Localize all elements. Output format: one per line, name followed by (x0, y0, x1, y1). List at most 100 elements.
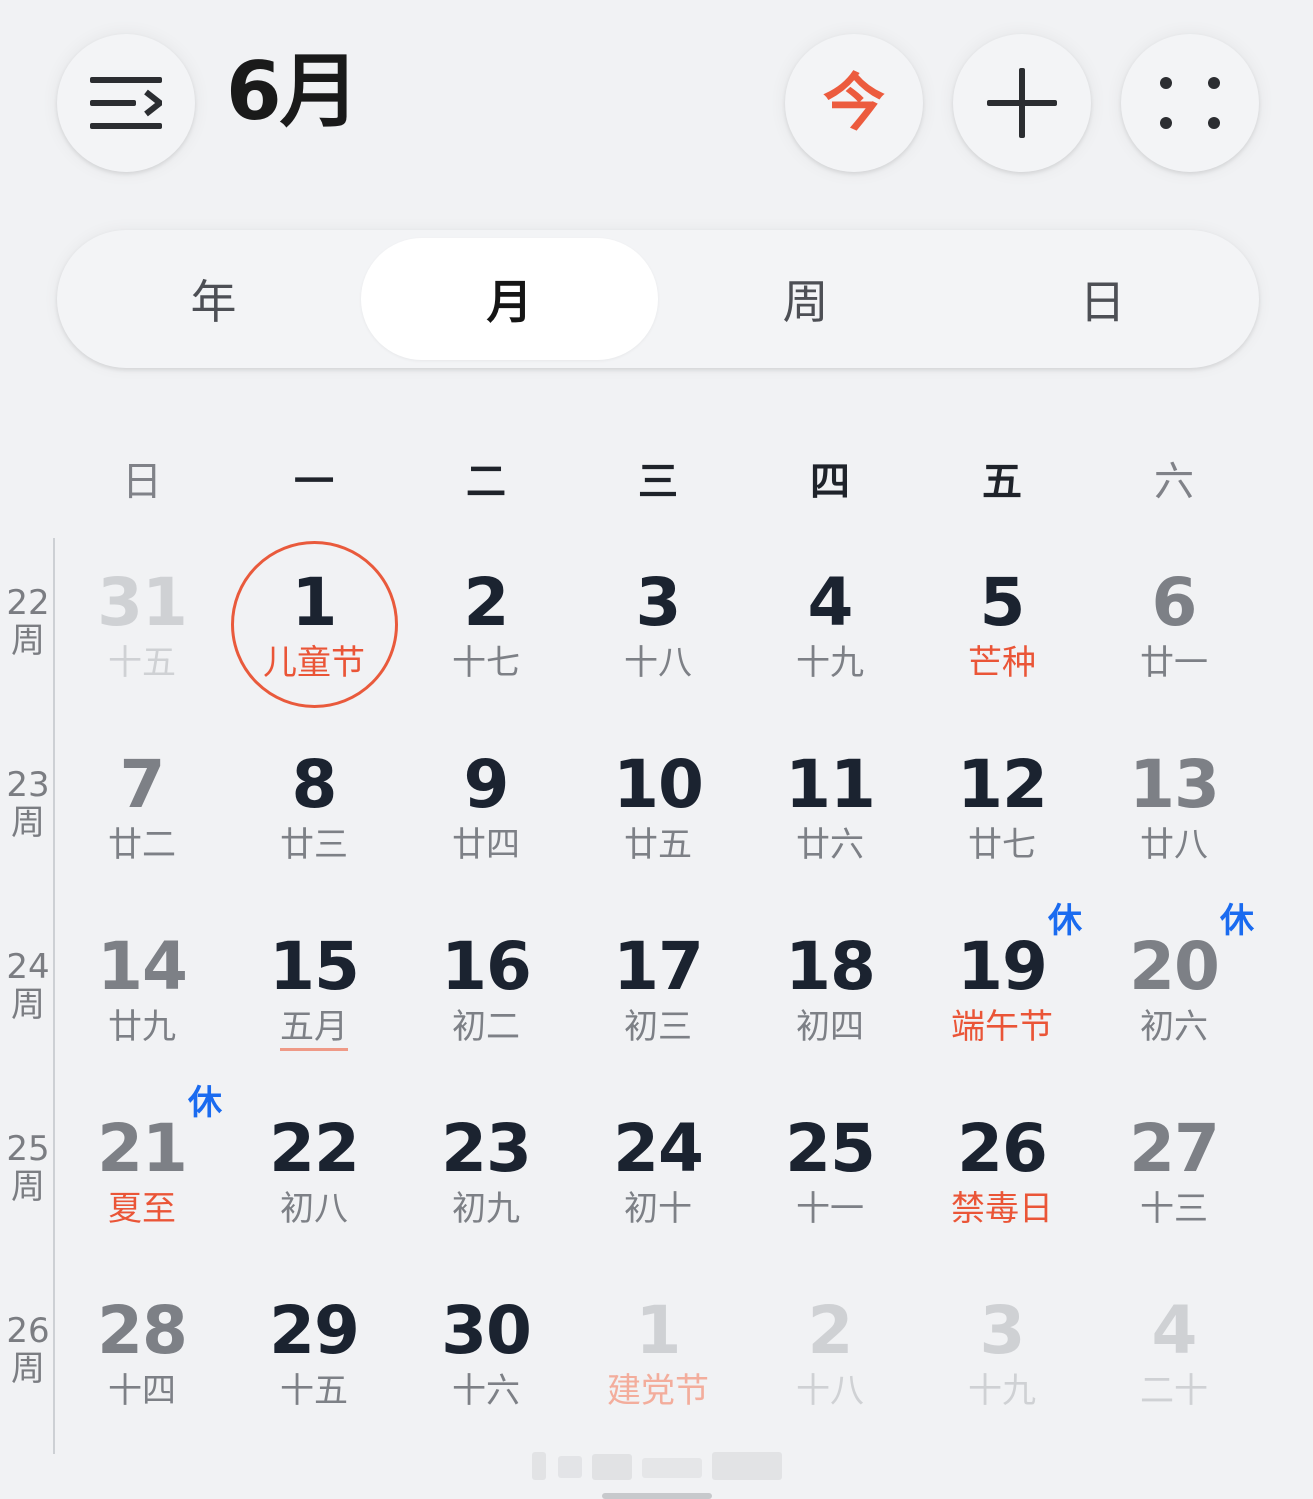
day-cell[interactable]: 25 十一 (744, 1116, 916, 1286)
day-number: 7 (119, 746, 166, 823)
day-number: 25 (785, 1110, 876, 1187)
lunar-date: 十七 (452, 643, 520, 683)
festival-label: 禁毒日 (951, 1189, 1053, 1229)
week-suffix: 周 (11, 985, 45, 1025)
lunar-date: 初六 (1140, 1007, 1208, 1047)
holiday-rest-badge: 休 (1220, 901, 1254, 941)
day-cell[interactable]: 10 廿五 (572, 752, 744, 922)
day-cell[interactable]: 9 廿四 (400, 752, 572, 922)
day-cell[interactable]: 30 十六 (400, 1298, 572, 1468)
lunar-date: 初四 (796, 1007, 864, 1047)
day-number: 29 (269, 1292, 360, 1369)
day-cell[interactable]: 23 初九 (400, 1116, 572, 1286)
tab-year[interactable]: 年 (65, 238, 362, 360)
day-number: 3 (635, 564, 682, 641)
watermark-logo (532, 1452, 782, 1480)
day-number: 14 (97, 928, 188, 1005)
week-number-label: 22 周 (4, 584, 52, 660)
menu-lines-icon (90, 77, 162, 129)
lunar-date: 初三 (624, 1007, 692, 1047)
tab-month[interactable]: 月 (361, 238, 658, 360)
day-number: 1 (635, 1292, 682, 1369)
day-number: 4 (807, 564, 854, 641)
day-cell[interactable]: 12 廿七 (916, 752, 1088, 922)
lunar-date: 初八 (280, 1189, 348, 1229)
day-cell-today[interactable]: 1 儿童节 (228, 570, 400, 740)
lunar-date: 初十 (624, 1189, 692, 1229)
week-number: 25 (6, 1129, 50, 1169)
month-title: 6月 (226, 45, 360, 138)
day-cell[interactable]: 21 夏至 休 (56, 1086, 228, 1286)
week-suffix: 周 (11, 1349, 45, 1389)
day-cell[interactable]: 3 十八 (572, 570, 744, 740)
day-cell[interactable]: 2 十七 (400, 570, 572, 740)
week-number-label: 24 周 (4, 948, 52, 1024)
week-number-label: 25 周 (4, 1130, 52, 1206)
day-cell[interactable]: 13 廿八 (1088, 752, 1260, 922)
day-cell[interactable]: 2 十八 (744, 1298, 916, 1468)
day-cell[interactable]: 4 十九 (744, 570, 916, 740)
weekday-tue: 二 (466, 459, 506, 505)
week-number-divider (53, 538, 55, 1454)
day-number: 9 (463, 746, 510, 823)
weekday-sun: 日 (122, 459, 162, 505)
day-cell[interactable]: 8 廿三 (228, 752, 400, 922)
lunar-date: 十四 (108, 1371, 176, 1411)
weekday-sat: 六 (1154, 459, 1194, 505)
day-cell[interactable]: 28 十四 (56, 1298, 228, 1468)
day-cell[interactable]: 1 建党节 (572, 1298, 744, 1468)
day-cell[interactable]: 5 芒种 (916, 570, 1088, 740)
week-number: 24 (6, 947, 50, 987)
lunar-date: 十八 (624, 643, 692, 683)
day-number: 8 (291, 746, 338, 823)
lunar-date: 十八 (796, 1371, 864, 1411)
day-cell[interactable]: 3 十九 (916, 1298, 1088, 1468)
day-cell[interactable]: 7 廿二 (56, 752, 228, 922)
festival-label: 端午节 (951, 1007, 1053, 1047)
day-cell[interactable]: 27 十三 (1088, 1116, 1260, 1286)
day-cell[interactable]: 29 十五 (228, 1298, 400, 1468)
day-cell[interactable]: 31 十五 (56, 570, 228, 740)
day-cell[interactable]: 6 廿一 (1088, 570, 1260, 740)
week-number: 23 (6, 765, 50, 805)
day-number: 30 (441, 1292, 532, 1369)
day-cell[interactable]: 4 二十 (1088, 1298, 1260, 1468)
day-number: 28 (97, 1292, 188, 1369)
tab-day[interactable]: 日 (954, 238, 1251, 360)
lunar-date: 廿九 (108, 1007, 176, 1047)
day-cell[interactable]: 17 初三 (572, 934, 744, 1104)
day-cell[interactable]: 24 初十 (572, 1116, 744, 1286)
festival-label: 芒种 (968, 643, 1036, 683)
tab-week[interactable]: 周 (657, 238, 954, 360)
view-switcher: 年 月 周 日 (57, 230, 1259, 368)
today-button[interactable]: 今 (785, 34, 923, 172)
lunar-date: 五月 (280, 1007, 348, 1051)
lunar-date: 十六 (452, 1371, 520, 1411)
day-number: 2 (463, 564, 510, 641)
day-cell[interactable]: 19 端午节 休 (916, 904, 1088, 1104)
day-cell[interactable]: 22 初八 (228, 1116, 400, 1286)
plus-icon (987, 68, 1057, 138)
lunar-date: 十五 (108, 643, 176, 683)
day-cell[interactable]: 20 初六 休 (1088, 904, 1260, 1104)
day-number: 22 (269, 1110, 360, 1187)
add-event-button[interactable] (953, 34, 1091, 172)
day-cell[interactable]: 18 初四 (744, 934, 916, 1104)
lunar-date: 二十 (1140, 1371, 1208, 1411)
day-number: 19 (957, 928, 1048, 1005)
day-number: 23 (441, 1110, 532, 1187)
day-number: 20 (1129, 928, 1220, 1005)
lunar-date: 廿四 (452, 825, 520, 865)
day-cell[interactable]: 16 初二 (400, 934, 572, 1104)
lunar-date: 十三 (1140, 1189, 1208, 1229)
day-cell[interactable]: 14 廿九 (56, 934, 228, 1104)
more-options-button[interactable] (1121, 34, 1259, 172)
day-cell[interactable]: 11 廿六 (744, 752, 916, 922)
festival-label: 儿童节 (263, 643, 365, 683)
day-cell[interactable]: 26 禁毒日 (916, 1116, 1088, 1286)
day-number: 24 (613, 1110, 704, 1187)
lunar-date: 十九 (968, 1371, 1036, 1411)
day-cell[interactable]: 15 五月 (228, 934, 400, 1104)
home-indicator[interactable] (602, 1493, 712, 1499)
menu-button[interactable] (57, 34, 195, 172)
